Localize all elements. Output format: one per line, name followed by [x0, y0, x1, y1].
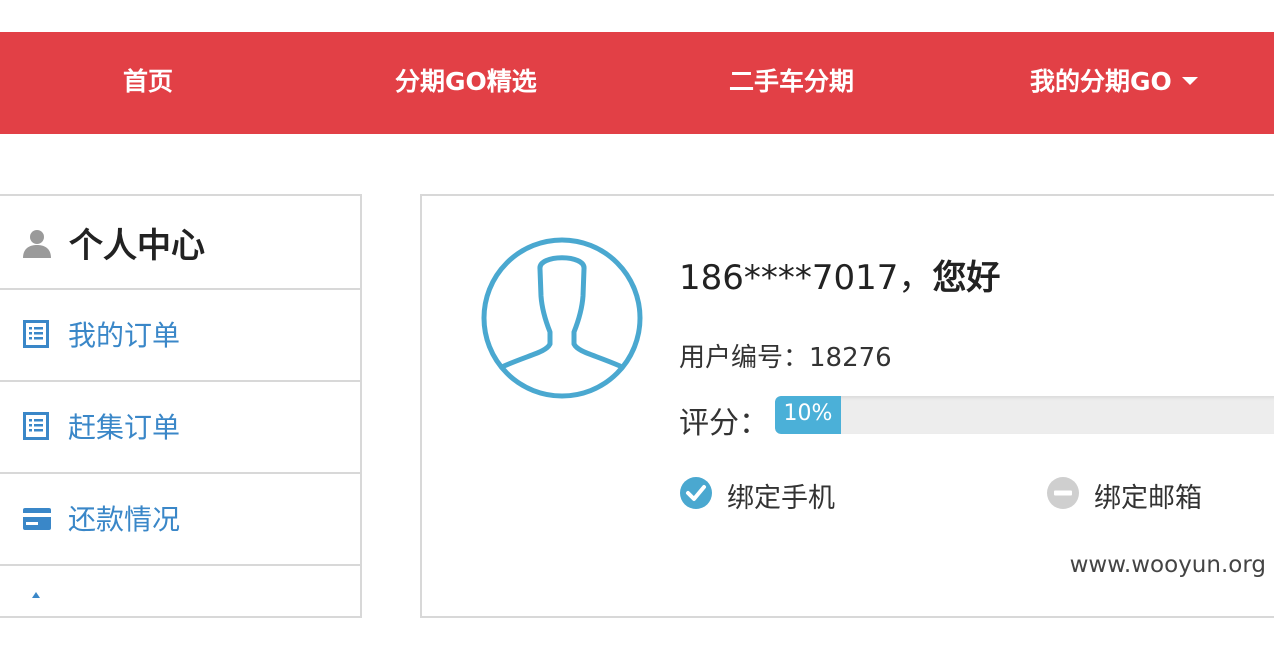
sidebar-header: 个人中心 — [0, 196, 360, 290]
nav-my-account-label: 我的分期GO — [1030, 67, 1172, 96]
minus-circle-icon — [1047, 477, 1079, 509]
chevron-down-icon — [1181, 77, 1198, 85]
user-id-row: 用户编号：18276 — [679, 337, 892, 374]
greeting-word: 您好 — [932, 258, 1001, 298]
sidebar: 个人中心 我的订单 赶集订单 还款情况 — [0, 194, 362, 618]
greeting-text: 186****7017，您好 — [679, 250, 1000, 299]
sidebar-item-label: 赶集订单 — [68, 411, 181, 444]
score-label: 评分： — [679, 406, 769, 441]
sidebar-item-repayment[interactable]: 还款情况 — [0, 474, 360, 566]
nav-my-account-dropdown[interactable]: 我的分期GO — [1030, 32, 1198, 134]
sidebar-item-more[interactable] — [0, 566, 360, 656]
user-id-value: 18276 — [809, 343, 892, 373]
avatar-icon — [481, 237, 643, 399]
score-progress-fill: 10% — [775, 396, 841, 434]
user-id-label: 用户编号： — [679, 343, 810, 373]
bind-email-label: 绑定邮箱 — [1094, 483, 1202, 514]
score-progress-bar: 10% — [775, 396, 1274, 434]
bind-phone-label: 绑定手机 — [727, 483, 835, 514]
nav-used-car-installment[interactable]: 二手车分期 — [729, 32, 854, 134]
sidebar-item-label: 还款情况 — [68, 503, 181, 536]
top-navbar: 首页 分期GO精选 二手车分期 我的分期GO — [0, 32, 1274, 134]
partial-icon — [32, 592, 40, 598]
check-circle-icon — [680, 477, 712, 509]
sidebar-item-ganji-orders[interactable]: 赶集订单 — [0, 382, 360, 474]
user-icon — [23, 230, 51, 258]
list-icon — [23, 412, 49, 440]
watermark: www.wooyun.org — [1069, 552, 1266, 578]
masked-phone: 186****7017， — [679, 258, 933, 298]
list-icon — [23, 320, 49, 348]
nav-home[interactable]: 首页 — [123, 32, 173, 134]
sidebar-item-my-orders[interactable]: 我的订单 — [0, 290, 360, 382]
sidebar-item-label: 我的订单 — [68, 319, 181, 352]
nav-featured[interactable]: 分期GO精选 — [395, 32, 537, 134]
credit-card-icon — [23, 508, 51, 530]
sidebar-title: 个人中心 — [69, 226, 205, 266]
